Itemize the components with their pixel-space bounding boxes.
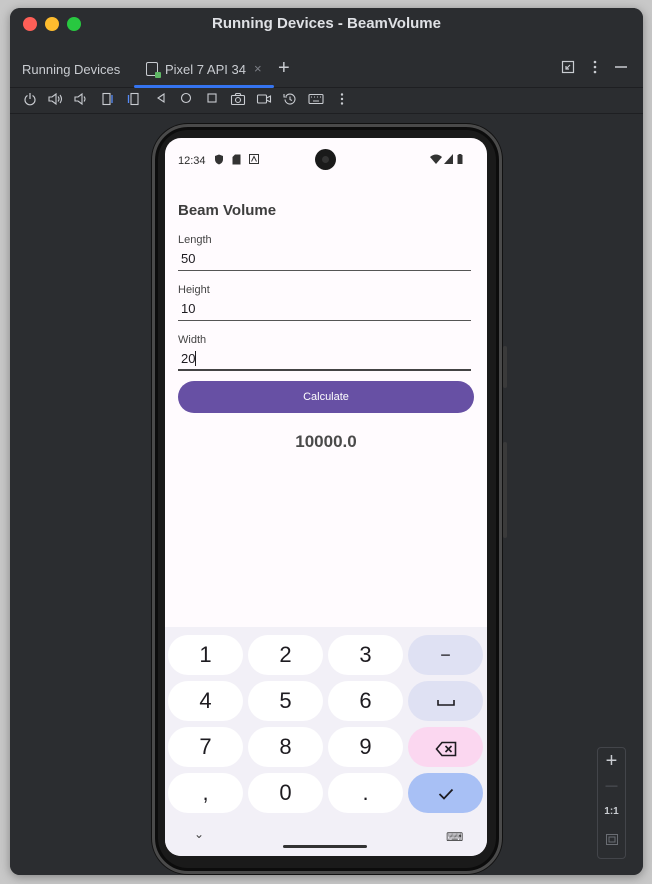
add-tab-button[interactable]: + [278,58,290,78]
gesture-nav-handle[interactable] [283,845,367,848]
width-value: 20 [181,351,196,366]
tab-close-icon[interactable]: × [254,61,262,76]
text-cursor [195,351,197,366]
rotate-right-icon[interactable] [125,92,141,108]
volume-down-icon[interactable] [73,92,89,108]
screen-record-icon[interactable] [256,92,272,108]
volume-up-icon[interactable] [48,92,64,108]
key-8[interactable]: 8 [248,727,323,767]
back-icon[interactable] [153,92,169,108]
key-6[interactable]: 6 [328,681,403,721]
shield-icon [214,154,224,169]
key-0[interactable]: 0 [248,773,323,813]
tab-label: Pixel 7 API 34 [165,62,246,77]
hide-panel-icon[interactable] [614,60,628,77]
key-minus[interactable]: − [408,635,483,675]
overview-icon[interactable] [204,92,220,108]
key-4[interactable]: 4 [168,681,243,721]
tab-bar: Running Devices Pixel 7 API 34 × + [10,40,643,88]
key-comma[interactable]: , [168,773,243,813]
backspace-icon [434,741,456,757]
tool-window-title: Running Devices [22,62,121,77]
phone-volume-button [503,442,507,538]
key-1[interactable]: 1 [168,635,243,675]
device-icon [146,62,161,78]
front-camera [315,149,336,170]
power-icon[interactable] [22,92,38,108]
height-input[interactable]: 10 [178,297,471,321]
device-screen[interactable]: 12:34 Beam Volume Length 50 Height 10 Wi… [165,138,487,856]
numeric-keyboard: 1 2 3 − 4 5 6 7 8 9 , 0 . ⌄ ⌨ [165,627,487,856]
switch-keyboard-icon[interactable]: ⌨ [446,830,463,844]
zoom-controls: + — 1:1 [597,747,626,859]
length-value: 50 [181,251,196,266]
key-period[interactable]: . [328,773,403,813]
phone-power-button [503,346,507,388]
key-7[interactable]: 7 [168,727,243,767]
battery-icon [457,154,463,168]
sd-card-icon [232,154,241,169]
height-label: Height [178,284,210,296]
device-toolbar [10,88,643,114]
key-3[interactable]: 3 [328,635,403,675]
calculate-button[interactable]: Calculate [178,381,474,413]
status-time: 12:34 [178,155,206,167]
length-label: Length [178,234,212,246]
height-value: 10 [181,301,196,316]
zoom-out-button[interactable]: — [598,778,625,792]
key-9[interactable]: 9 [328,727,403,767]
screenshot-icon[interactable] [230,92,246,108]
tab-pixel-7[interactable]: Pixel 7 API 34 × [134,52,274,88]
width-input[interactable]: 20 [178,347,471,371]
wifi-icon [430,154,442,168]
hide-keyboard-icon[interactable]: ⌄ [194,827,204,841]
home-icon[interactable] [178,92,194,108]
key-5[interactable]: 5 [248,681,323,721]
width-label: Width [178,334,207,346]
key-backspace[interactable] [408,727,483,767]
key-space[interactable] [408,681,483,721]
signal-icon [444,154,453,168]
length-input[interactable]: 50 [178,247,471,271]
rotate-left-icon[interactable] [100,92,116,108]
app-notification-icon [249,154,259,168]
snapshot-icon[interactable] [282,92,298,108]
checkmark-icon [438,788,453,800]
options-menu-icon[interactable] [592,60,598,77]
result-value: 10000.0 [295,432,357,451]
ide-window: Running Devices - BeamVolume Running Dev… [10,8,643,875]
zoom-in-button[interactable]: + [598,750,625,773]
key-done[interactable] [408,773,483,813]
title-bar: Running Devices - BeamVolume [10,8,643,40]
device-viewport: 12:34 Beam Volume Length 50 Height 10 Wi… [10,114,643,875]
space-icon [436,700,455,706]
keyboard-icon[interactable] [308,92,324,108]
more-icon[interactable] [334,92,350,108]
restore-layout-icon[interactable] [561,60,575,77]
status-bar: 12:34 [165,138,487,176]
actual-size-button[interactable]: 1:1 [598,806,625,817]
window-title: Running Devices - BeamVolume [212,15,441,32]
app-title: Beam Volume [178,202,277,219]
key-2[interactable]: 2 [248,635,323,675]
fit-screen-icon[interactable] [598,832,625,850]
